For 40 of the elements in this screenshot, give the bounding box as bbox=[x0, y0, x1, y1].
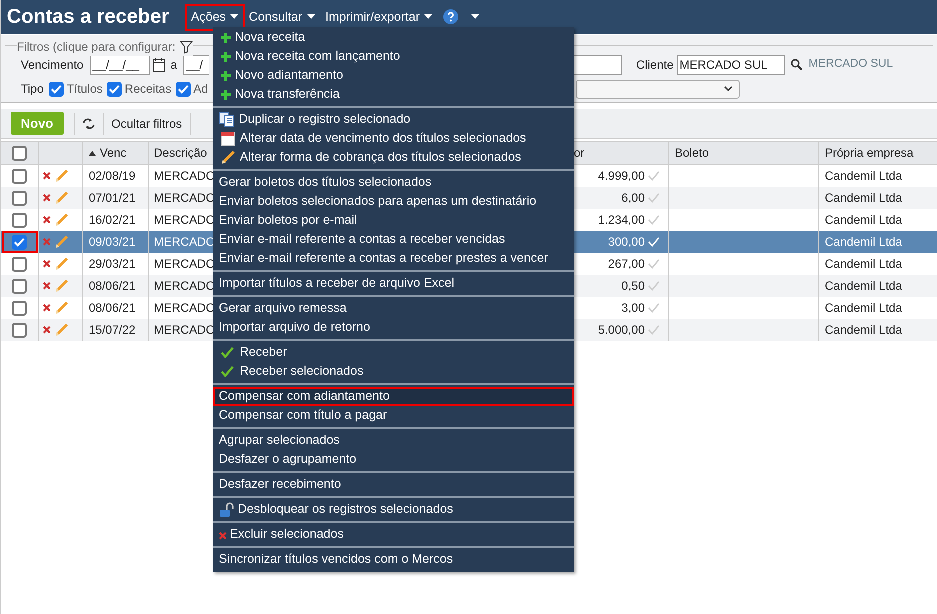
type-label: Ad bbox=[194, 81, 208, 98]
value-cell-text: 3,00 bbox=[622, 300, 645, 317]
description-cell-text: MERCADO bbox=[154, 234, 216, 251]
value-cell-text: 300,00 bbox=[608, 234, 645, 251]
page-title: Contas a receber bbox=[7, 5, 170, 30]
value-cell-text: 6,00 bbox=[622, 190, 645, 207]
date-cell-text: 16/02/21 bbox=[89, 212, 136, 229]
company-cell-text: Candemil Ltda bbox=[825, 190, 902, 207]
description-cell-text: MERCADO bbox=[154, 322, 216, 339]
date-cell-text: 08/06/21 bbox=[89, 300, 136, 317]
type-label: Receitas bbox=[124, 81, 172, 98]
cliente-label: Cliente bbox=[636, 57, 674, 74]
company-cell-text: Candemil Ltda bbox=[825, 234, 902, 251]
date-cell-text: 09/03/21 bbox=[89, 234, 136, 251]
value-cell-text: 0,50 bbox=[622, 278, 645, 295]
company-cell-text: Candemil Ltda bbox=[825, 300, 902, 317]
vencimento-label: Vencimento bbox=[21, 57, 84, 74]
date-cell-text: 07/01/21 bbox=[89, 190, 136, 207]
description-cell-text: MERCADO bbox=[154, 190, 216, 207]
company-cell-text: Candemil Ltda bbox=[825, 278, 902, 295]
type-label: Títulos bbox=[66, 81, 103, 98]
value-cell-text: 5.000,00 bbox=[598, 322, 645, 339]
description-cell-text: MERCADO bbox=[154, 168, 216, 185]
value-cell-text: 4.999,00 bbox=[598, 168, 645, 185]
description-cell-text: MERCADO bbox=[154, 300, 216, 317]
between-label: a bbox=[170, 57, 178, 74]
date-cell-text: 02/08/19 bbox=[89, 168, 136, 185]
value-cell-text: 1.234,00 bbox=[598, 212, 645, 229]
description-cell-text: MERCADO bbox=[154, 278, 216, 295]
company-cell-text: Candemil Ltda bbox=[825, 212, 902, 229]
tipo-label: Tipo bbox=[21, 81, 44, 98]
company-cell-text: Candemil Ltda bbox=[825, 322, 902, 339]
date-cell-text: 08/06/21 bbox=[89, 278, 136, 295]
company-cell-text: Candemil Ltda bbox=[825, 168, 902, 185]
value-cell-text: 267,00 bbox=[608, 256, 645, 273]
description-cell-text: MERCADO bbox=[154, 256, 216, 273]
company-cell-text: Candemil Ltda bbox=[825, 256, 902, 273]
date-cell-text: 29/03/21 bbox=[89, 256, 136, 273]
date-cell-text: 15/07/22 bbox=[89, 322, 136, 339]
description-cell-text: MERCADO bbox=[154, 212, 216, 229]
